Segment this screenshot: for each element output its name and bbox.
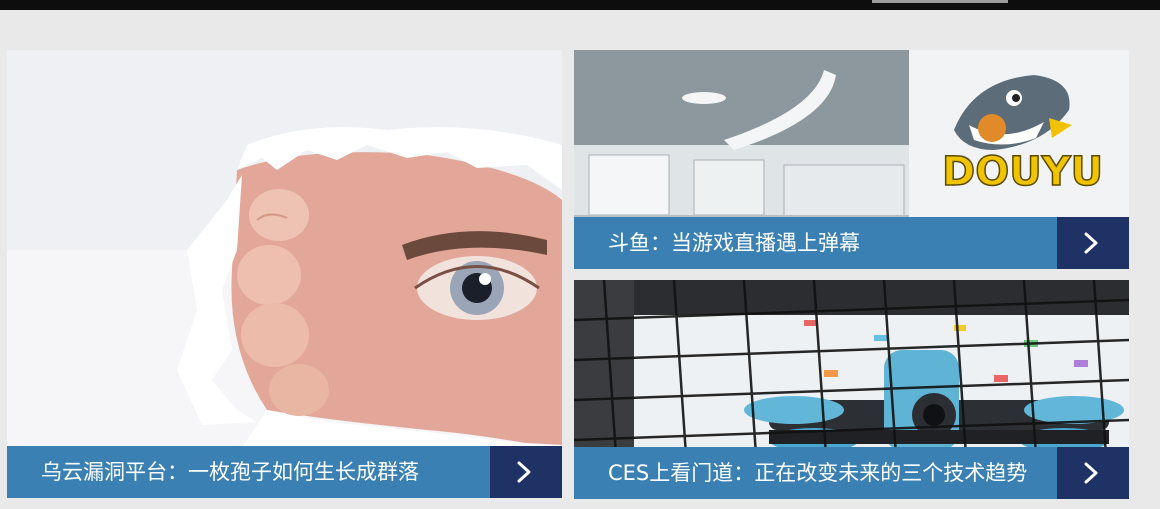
feature-card-2[interactable]: DOUYU 斗鱼：当游戏直播遇上弹幕	[574, 50, 1129, 269]
feature-image-1	[7, 50, 562, 498]
top-nav-tab[interactable]	[872, 0, 1008, 3]
next-button-3[interactable]	[1057, 447, 1129, 499]
next-button-2[interactable]	[1057, 217, 1129, 269]
top-nav-bar	[0, 0, 1160, 10]
feature-title-2[interactable]: 斗鱼：当游戏直播遇上弹幕	[608, 217, 860, 269]
feature-caption-1: 乌云漏洞平台：一枚孢子如何生长成群落	[7, 446, 562, 498]
feature-card-3[interactable]: CES上看门道：正在改变未来的三个技术趋势	[574, 280, 1129, 499]
feature-caption-2: 斗鱼：当游戏直播遇上弹幕	[574, 217, 1129, 269]
feature-title-1[interactable]: 乌云漏洞平台：一枚孢子如何生长成群落	[41, 446, 419, 498]
next-button-1[interactable]	[490, 446, 562, 498]
chevron-right-icon	[1084, 462, 1098, 484]
feature-card-1[interactable]: 乌云漏洞平台：一枚孢子如何生长成群落	[7, 50, 562, 498]
chevron-right-icon	[1084, 232, 1098, 254]
feature-title-3[interactable]: CES上看门道：正在改变未来的三个技术趋势	[608, 447, 1027, 499]
douyu-logo-text: DOUYU	[942, 149, 1103, 195]
chevron-right-icon	[517, 461, 531, 483]
feature-caption-3: CES上看门道：正在改变未来的三个技术趋势	[574, 447, 1129, 499]
